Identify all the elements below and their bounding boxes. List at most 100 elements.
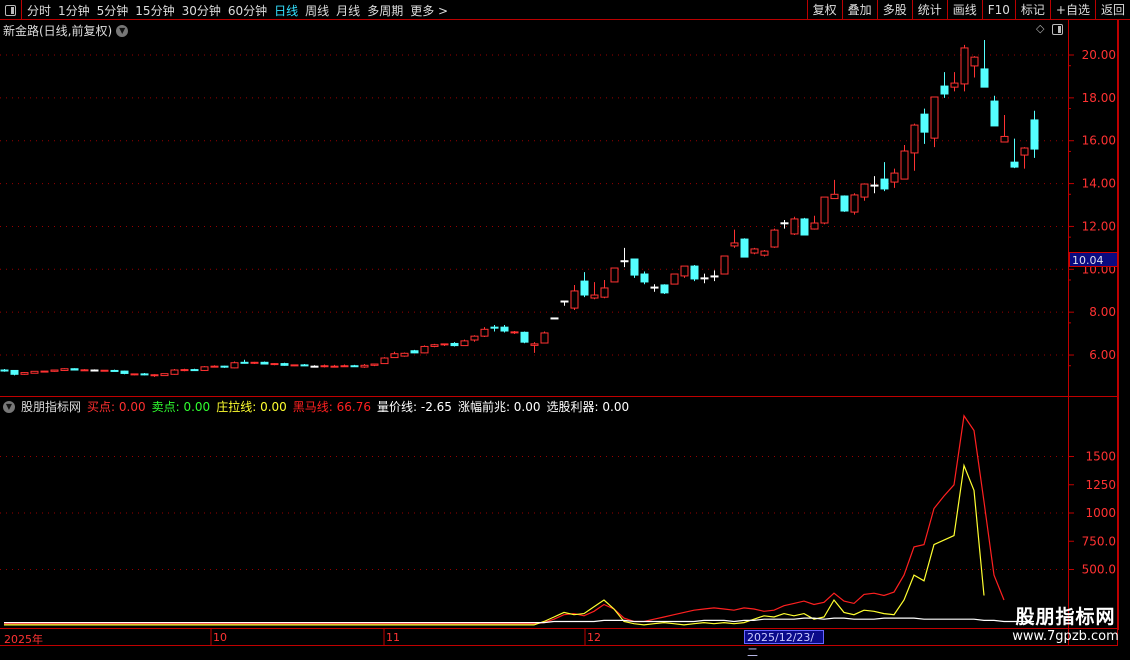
candle[interactable] [300, 364, 309, 367]
candle[interactable] [200, 366, 209, 371]
candle[interactable] [770, 228, 779, 248]
right-side-strip[interactable] [1118, 20, 1130, 630]
candle[interactable] [550, 317, 559, 320]
candle[interactable] [210, 365, 219, 368]
candle[interactable] [610, 267, 619, 283]
candle[interactable] [620, 247, 629, 268]
candle[interactable] [820, 196, 829, 225]
candle[interactable] [110, 369, 119, 372]
candle[interactable] [390, 351, 399, 359]
candle[interactable] [250, 361, 259, 365]
candle[interactable] [890, 168, 899, 188]
candle[interactable] [560, 300, 569, 306]
candle[interactable] [50, 369, 59, 372]
candle[interactable] [1020, 147, 1029, 169]
candle[interactable] [130, 373, 139, 376]
candle[interactable] [190, 368, 199, 372]
candle[interactable] [220, 365, 229, 368]
candle[interactable] [10, 369, 19, 376]
candle[interactable] [160, 373, 169, 377]
candle[interactable] [470, 335, 479, 342]
candle[interactable] [430, 343, 439, 348]
candle[interactable] [120, 370, 129, 375]
candle[interactable] [20, 372, 29, 375]
candle[interactable] [260, 361, 269, 365]
candle[interactable] [810, 215, 819, 230]
candle[interactable] [540, 331, 549, 344]
candle[interactable] [240, 359, 249, 364]
candle[interactable] [760, 250, 769, 257]
candle[interactable] [520, 331, 529, 344]
candle[interactable] [330, 364, 339, 368]
candle[interactable] [630, 258, 639, 278]
candle[interactable] [680, 265, 689, 278]
candle[interactable] [30, 370, 39, 374]
candle[interactable] [60, 368, 69, 371]
candle[interactable] [830, 179, 839, 200]
candle[interactable] [940, 72, 949, 98]
candle[interactable] [670, 273, 679, 285]
candle[interactable] [640, 271, 649, 285]
chart-canvas[interactable]: 20.0018.0016.0014.0012.0010.008.006.0015… [0, 0, 1130, 650]
candle[interactable] [870, 176, 879, 194]
candle[interactable] [970, 56, 979, 78]
candle[interactable] [480, 327, 489, 338]
candle[interactable] [920, 108, 929, 144]
candle[interactable] [70, 368, 79, 371]
candle[interactable] [90, 369, 99, 372]
candle[interactable] [730, 229, 739, 248]
chevron-down-icon[interactable]: ▼ [3, 400, 15, 413]
candle[interactable] [400, 352, 409, 357]
candle[interactable] [950, 72, 959, 92]
candle[interactable] [410, 349, 419, 354]
candle[interactable] [510, 331, 519, 335]
candle[interactable] [140, 373, 149, 376]
candle[interactable] [150, 374, 159, 377]
candle[interactable] [0, 368, 9, 372]
candle[interactable] [530, 342, 539, 353]
candle[interactable] [910, 123, 919, 171]
candle[interactable] [960, 44, 969, 92]
candle[interactable] [790, 216, 799, 236]
candle[interactable] [460, 339, 469, 347]
candle[interactable] [290, 364, 299, 367]
candle[interactable] [650, 284, 659, 292]
candle[interactable] [180, 368, 189, 372]
candle[interactable] [310, 365, 319, 368]
candle[interactable] [40, 370, 49, 373]
candle[interactable] [1000, 115, 1009, 143]
candle[interactable] [930, 96, 939, 148]
candle[interactable] [700, 273, 709, 284]
candle[interactable] [230, 361, 239, 369]
candle[interactable] [750, 247, 759, 255]
candle[interactable] [280, 362, 289, 366]
candle[interactable] [580, 272, 589, 298]
candle[interactable] [420, 345, 429, 354]
candle[interactable] [860, 183, 869, 201]
candle[interactable] [780, 220, 789, 229]
candle[interactable] [320, 364, 329, 368]
candle[interactable] [590, 282, 599, 300]
candle[interactable] [360, 364, 369, 368]
candle[interactable] [490, 325, 499, 332]
candle[interactable] [720, 255, 729, 275]
candle[interactable] [1010, 138, 1019, 169]
candle[interactable] [450, 342, 459, 347]
candle[interactable] [500, 325, 509, 333]
candle[interactable] [270, 363, 279, 366]
candle[interactable] [380, 357, 389, 365]
candle[interactable] [170, 368, 179, 375]
candle[interactable] [990, 95, 999, 127]
candle[interactable] [690, 265, 699, 282]
candle[interactable] [350, 364, 359, 368]
candle[interactable] [800, 217, 809, 236]
candle[interactable] [570, 284, 579, 311]
candle[interactable] [1030, 110, 1039, 158]
candle[interactable] [660, 284, 669, 294]
candle[interactable] [840, 195, 849, 212]
candle[interactable] [740, 238, 749, 258]
candle[interactable] [980, 39, 989, 88]
candle[interactable] [100, 369, 109, 372]
candle[interactable] [880, 162, 889, 192]
candle[interactable] [850, 193, 859, 215]
